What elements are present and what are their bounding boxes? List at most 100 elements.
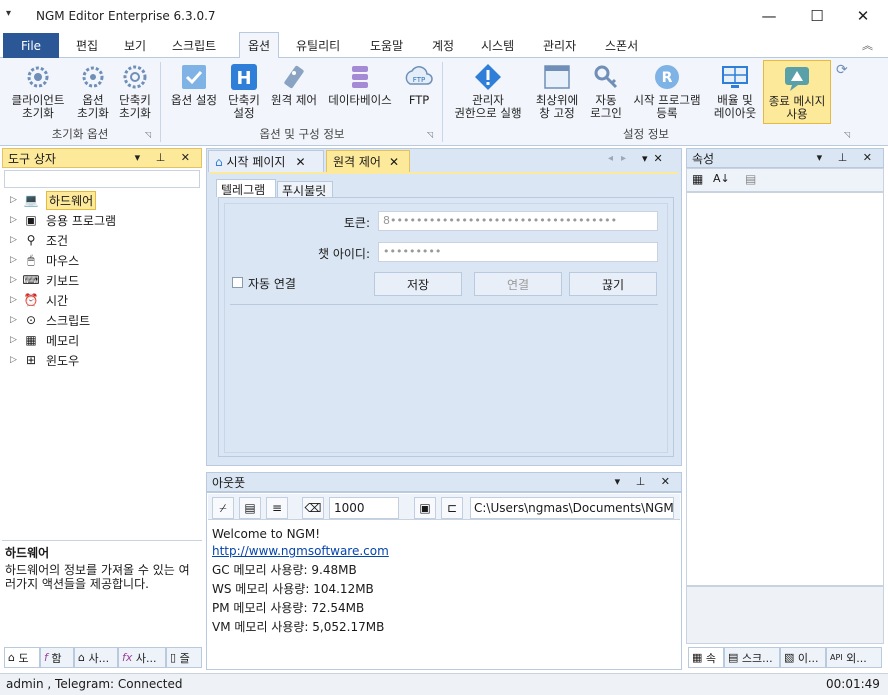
tree-item-script[interactable]: ▷ ⊙ 스크립트: [10, 310, 90, 330]
chat-id-input[interactable]: •••••••••: [378, 242, 658, 262]
maximize-button[interactable]: ☐: [794, 0, 840, 32]
tab-system[interactable]: 시스템: [481, 37, 514, 54]
toolbox-search-input[interactable]: [4, 170, 200, 188]
tree-item-mouse[interactable]: ▷ 🖱 마우스: [10, 250, 79, 270]
group-launcher-icon[interactable]: ◹: [145, 130, 151, 139]
tree-item-window[interactable]: ▷ ⊞ 윈도우: [10, 350, 79, 370]
bottom-tab-script[interactable]: ▤ 스크...: [724, 647, 780, 668]
bottom-tab-toolbox[interactable]: ⌂ 도: [4, 647, 40, 668]
doc-window-buttons[interactable]: ▾✕: [642, 152, 669, 165]
tree-item-keyboard[interactable]: ▷ ⌨ 키보드: [10, 270, 79, 290]
condition-icon: ⚲: [26, 233, 36, 247]
ftp-button[interactable]: FTP FTP: [400, 62, 438, 107]
doc-tab-remote-control[interactable]: 원격 제어 ✕: [326, 150, 410, 172]
expand-icon[interactable]: ▷: [10, 295, 22, 305]
clock-icon: ⏰: [23, 293, 39, 307]
bottom-tab-user-function[interactable]: fx 사...: [118, 647, 166, 668]
bottom-tab-external[interactable]: API 외...: [826, 647, 882, 668]
expand-icon[interactable]: ▷: [10, 235, 22, 245]
exit-message-button[interactable]: 종료 메시지 사용: [763, 60, 831, 124]
status-bar: admin , Telegram: Connected 00:01:49: [0, 673, 888, 695]
tree-item-hardware[interactable]: ▷ 💻 하드웨어: [10, 190, 97, 210]
group-launcher-icon[interactable]: ◹: [844, 130, 850, 139]
close-tab-icon[interactable]: ✕: [295, 155, 305, 169]
startup-register-button[interactable]: R 시작 프로그램 등록: [626, 62, 708, 120]
bottom-tab-function[interactable]: f 함: [40, 647, 74, 668]
tab-help[interactable]: 도움말: [370, 37, 403, 54]
expand-icon[interactable]: ▷: [10, 335, 22, 345]
panel-buttons[interactable]: ▾ ⊥ ✕: [817, 151, 878, 164]
tab-sponsor[interactable]: 스폰서: [605, 37, 638, 54]
tab-file[interactable]: File: [3, 33, 59, 58]
chat-id-label: 챗 아이디:: [317, 247, 370, 261]
run-as-admin-button[interactable]: 관리자 권한으로 실행: [446, 62, 530, 120]
scale-layout-button[interactable]: 배율 및 레이아웃: [708, 62, 762, 120]
reset-client-button[interactable]: 클라이언트 초기화: [6, 62, 70, 120]
new-document-icon[interactable]: ▤: [239, 497, 261, 519]
expand-icon[interactable]: ▷: [10, 315, 22, 325]
panel-buttons[interactable]: ▾ ⊥ ✕: [615, 475, 676, 488]
doc-tab-start-page[interactable]: ⌂ 시작 페이지 ✕: [208, 150, 324, 172]
reset-options-button[interactable]: 옵션 초기화: [72, 62, 114, 120]
hotkey-settings-button[interactable]: H 단축키 설정: [222, 62, 266, 120]
bottom-tab-image[interactable]: ▧ 이...: [780, 647, 826, 668]
tab-admin[interactable]: 관리자: [543, 37, 576, 54]
database-button[interactable]: 데이타베이스: [322, 62, 398, 107]
tree-item-memory[interactable]: ▷ ▦ 메모리: [10, 330, 79, 350]
status-text: admin , Telegram: Connected: [6, 677, 183, 691]
connect-button[interactable]: 연결: [474, 272, 562, 296]
token-input[interactable]: 8•••••••••••••••••••••••••••••••••••: [378, 211, 658, 231]
subtab-pushbullet[interactable]: 푸시불릿: [277, 181, 333, 198]
reset-hotkey-button[interactable]: 단축키 초기화: [114, 62, 156, 120]
toolbox-icon: ⌂: [8, 651, 15, 664]
output-link[interactable]: http://www.ngmsoftware.com: [212, 544, 389, 558]
disconnect-button[interactable]: 끊기: [569, 272, 657, 296]
description-body: 하드웨어의 정보를 가져올 수 있는 여러가지 액션들을 제공합니다.: [5, 563, 190, 591]
subtab-telegram[interactable]: 텔레그램: [216, 179, 276, 197]
tab-edit[interactable]: 편집: [76, 37, 98, 54]
output-line: WS 메모리 사용량: 104.12MB: [212, 582, 374, 596]
save-button[interactable]: 저장: [374, 272, 462, 296]
tab-account[interactable]: 계정: [432, 37, 454, 54]
auto-login-button[interactable]: 자동 로그인: [586, 62, 626, 120]
refresh-icon[interactable]: ⟳: [836, 62, 848, 78]
expand-icon[interactable]: ▷: [10, 275, 22, 285]
tree-item-condition[interactable]: ▷ ⚲ 조건: [10, 230, 68, 250]
categorized-icon[interactable]: ▦: [692, 172, 703, 186]
output-path-field[interactable]: C:\Users\ngmas\Documents\NGM6\: [470, 497, 674, 519]
close-tab-icon[interactable]: ✕: [389, 155, 399, 169]
always-on-top-button[interactable]: 최상위에 창 고정: [530, 62, 584, 120]
windows-icon: ⊞: [25, 353, 37, 367]
bottom-tab-favorites[interactable]: ▯ 즐: [166, 647, 202, 668]
system-menu-icon[interactable]: ▾: [6, 8, 11, 19]
eraser-icon[interactable]: ⌫: [302, 497, 324, 519]
bottom-tab-properties[interactable]: ▦ 속: [688, 647, 724, 668]
save-icon[interactable]: ▣: [414, 497, 436, 519]
tab-script[interactable]: 스크립트: [172, 37, 216, 54]
sort-az-icon[interactable]: A↓: [713, 172, 730, 185]
tree-item-application[interactable]: ▷ ▣ 응용 프로그램: [10, 210, 116, 230]
expand-icon[interactable]: ▷: [10, 195, 22, 205]
bottom-tab-user[interactable]: ⌂ 사...: [74, 647, 118, 668]
font-size-stepper[interactable]: 1000: [329, 497, 399, 519]
tree-item-time[interactable]: ▷ ⏰ 시간: [10, 290, 68, 310]
collapse-ribbon-icon[interactable]: ︽: [862, 37, 873, 53]
option-settings-button[interactable]: 옵션 설정: [166, 62, 222, 107]
panel-buttons[interactable]: ▾ ⊥ ✕: [135, 151, 196, 164]
broom-icon[interactable]: ⌿: [212, 497, 234, 519]
expand-icon[interactable]: ▷: [10, 255, 22, 265]
property-pages-icon[interactable]: ▤: [745, 172, 756, 186]
tab-scroll-arrows[interactable]: ◂▸: [608, 153, 634, 164]
expand-icon[interactable]: ▷: [10, 355, 22, 365]
folder-icon[interactable]: ⊏: [441, 497, 463, 519]
tab-view[interactable]: 보기: [124, 37, 146, 54]
minimize-button[interactable]: —: [746, 0, 792, 32]
remote-control-button[interactable]: 원격 제어: [266, 62, 322, 107]
wrap-lines-icon[interactable]: ≡: [266, 497, 288, 519]
group-launcher-icon[interactable]: ◹: [427, 130, 433, 139]
expand-icon[interactable]: ▷: [10, 215, 22, 225]
tab-options[interactable]: 옵션: [239, 32, 280, 59]
auto-connect-checkbox[interactable]: [232, 277, 243, 288]
close-button[interactable]: ✕: [840, 0, 886, 32]
tab-utility[interactable]: 유틸리티: [296, 37, 340, 54]
